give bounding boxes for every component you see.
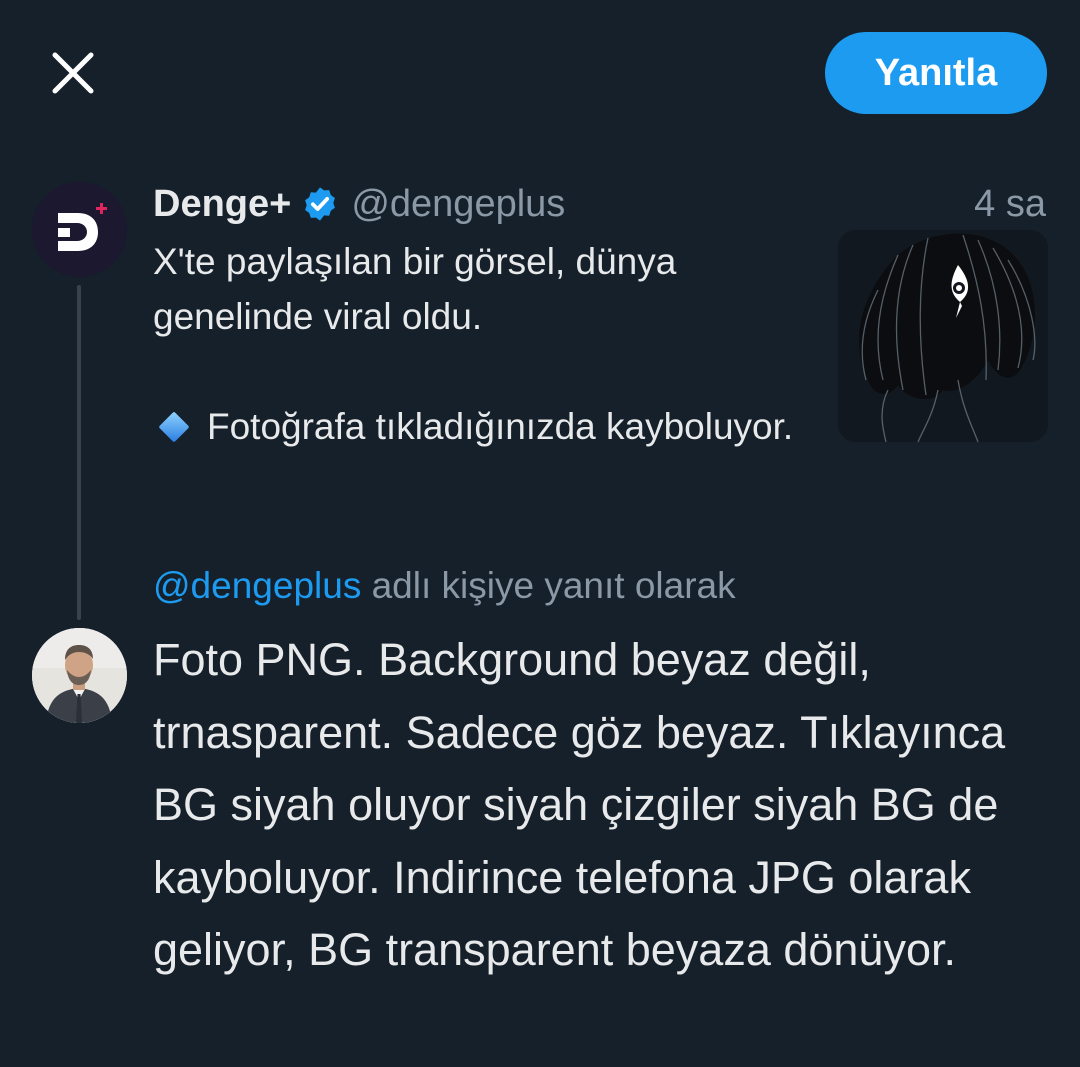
reply-button[interactable]: Yanıtla [825,32,1047,114]
image-thumbnail [838,230,1048,442]
author-handle[interactable]: @dengeplus [351,183,565,226]
tweet-media-thumbnail[interactable] [838,230,1048,442]
author-display-name[interactable]: Denge+ [153,183,291,226]
avatar[interactable] [32,628,127,723]
thread-connector-line [77,285,81,620]
reply-text: Foto PNG. Background beyaz değil, trnasp… [153,634,1006,975]
top-bar: Yanıtla [0,0,1080,150]
tweet-text-paragraph-2-text: Fotoğrafa tıkladığınızda kayboluyor. [207,406,794,447]
small-blue-diamond-icon [158,411,190,443]
replying-to-suffix: adlı kişiye yanıt olarak [361,565,736,606]
tweet-timestamp[interactable]: 4 sa [974,176,1046,232]
close-icon [52,52,94,94]
replying-to-label: @dengeplus adlı kişiye yanıt olarak [153,560,736,612]
verified-badge-icon [301,185,339,223]
tweet-text: X'te paylaşılan bir görsel, dünya geneli… [153,234,813,454]
tweet-author-header: Denge+ @dengeplus [153,176,565,232]
denge-plus-logo-icon [32,182,127,277]
replying-to-mention-link[interactable]: @dengeplus [153,565,361,606]
avatar[interactable] [32,182,127,277]
tweet-text-paragraph-2: Fotoğrafa tıkladığınızda kayboluyor. [153,399,813,454]
close-button[interactable] [48,48,98,98]
user-profile-photo-icon [32,628,127,723]
tweet-text-paragraph-1: X'te paylaşılan bir görsel, dünya geneli… [153,241,677,337]
